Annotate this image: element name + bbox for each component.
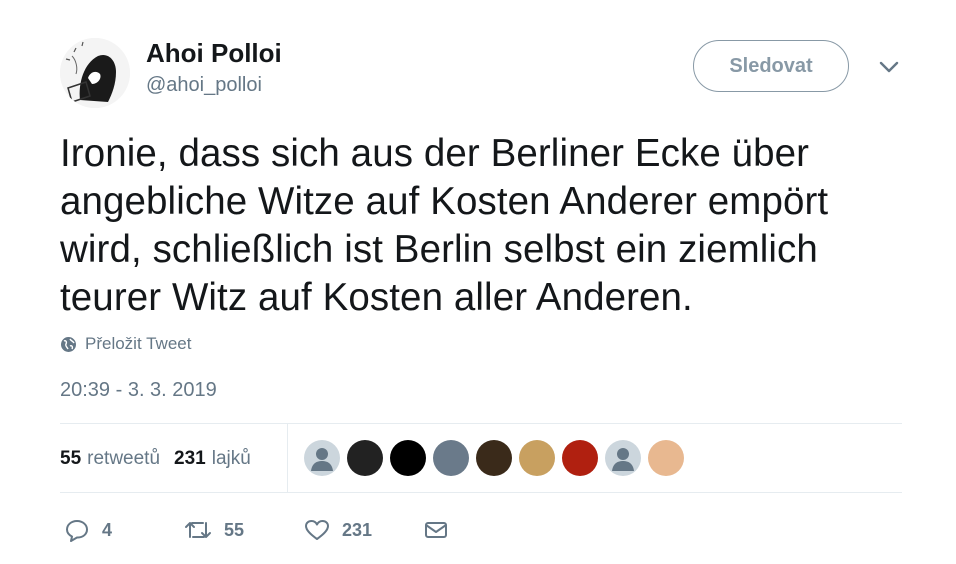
divider (60, 423, 902, 424)
follow-button[interactable]: Sledovat (693, 40, 849, 92)
tweet-text: Ironie, dass sich aus der Berliner Ecke … (60, 132, 829, 319)
stats-divider (287, 424, 288, 492)
black-circle-avatar[interactable] (390, 440, 426, 476)
globe-icon (61, 336, 76, 352)
envelope-icon (425, 522, 447, 538)
teddy-bear-avatar[interactable] (476, 440, 512, 476)
likes-count: 231 (174, 448, 206, 469)
translate-label: Přeložit Tweet (85, 334, 192, 353)
red-devil-avatar[interactable] (562, 440, 598, 476)
default-avatar[interactable] (605, 440, 641, 476)
retweet-count: 55 (224, 519, 245, 540)
tweet-timestamp[interactable]: 20:39 - 3. 3. 2019 (60, 379, 217, 402)
heart-icon (305, 520, 329, 540)
like-count: 231 (342, 519, 373, 540)
retweet-icon (185, 522, 211, 538)
default-avatar[interactable] (304, 440, 340, 476)
translate-tweet-link[interactable]: Přeložit Tweet (60, 334, 191, 354)
retweet-button[interactable]: 55 (184, 518, 244, 542)
likes-label: lajků (211, 448, 251, 469)
author-avatar[interactable] (60, 38, 130, 108)
blonde-woman-avatar[interactable] (519, 440, 555, 476)
liker-avatars (304, 440, 691, 476)
retweets-label: retweetů (87, 448, 161, 469)
like-button[interactable]: 231 (304, 518, 372, 542)
likes-stat[interactable]: 231 lajků (174, 448, 251, 470)
retweets-count: 55 (60, 448, 82, 469)
tweet-stats: 55 retweetů 231 lajků (60, 448, 265, 470)
cartoon-girl-avatar[interactable] (648, 440, 684, 476)
direct-message-button[interactable] (424, 520, 460, 540)
author-name[interactable]: Ahoi Polloi (146, 38, 282, 69)
divider (60, 492, 902, 493)
chevron-down-icon[interactable] (876, 58, 902, 76)
retweets-stat[interactable]: 55 retweetů (60, 448, 160, 470)
reply-icon (66, 520, 88, 542)
reply-button[interactable]: 4 (64, 518, 112, 542)
reply-count: 4 (102, 519, 113, 540)
sunglasses-man-avatar[interactable] (433, 440, 469, 476)
mustache-face-avatar[interactable] (347, 440, 383, 476)
author-handle[interactable]: @ahoi_polloi (146, 74, 262, 97)
